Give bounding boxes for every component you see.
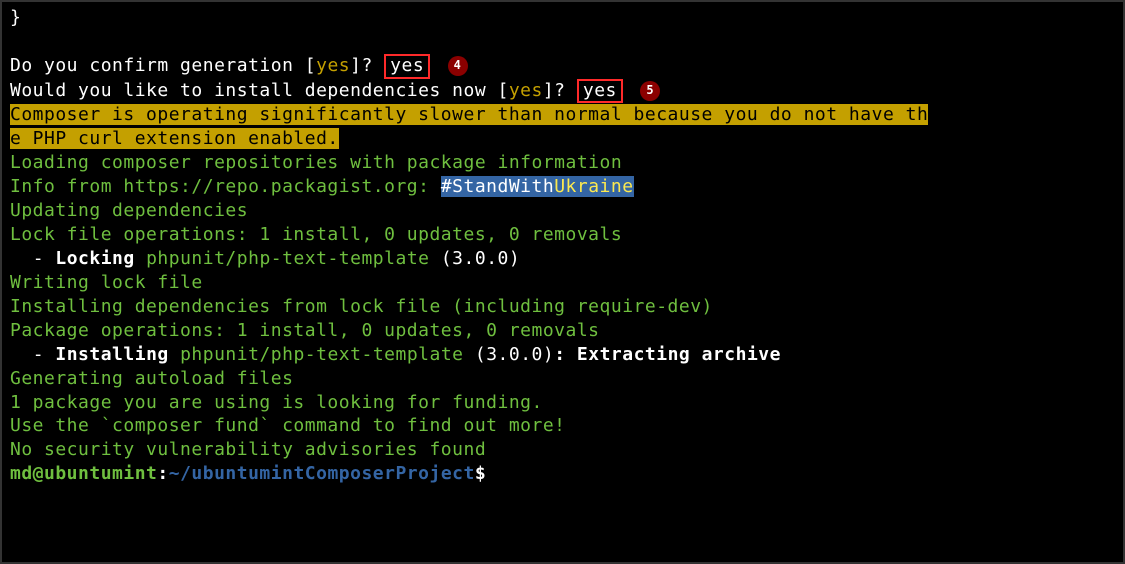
install-input-value: yes <box>583 80 617 101</box>
installing-line: - Installing phpunit/php-text-template (… <box>10 344 781 365</box>
step-badge-4: 4 <box>448 56 468 76</box>
package-ops: Package operations: 1 install, 0 updates… <box>10 320 600 341</box>
prompt-path: ~/ubuntumintComposerProject <box>169 463 475 484</box>
writing-lock: Writing lock file <box>10 272 203 293</box>
funding-line2: Use the `composer fund` command to find … <box>10 415 566 436</box>
locking-line: - Locking phpunit/php-text-template (3.0… <box>10 248 520 269</box>
install-deps-prompt: Would you like to install dependencies n… <box>10 80 577 101</box>
updating-deps: Updating dependencies <box>10 200 248 221</box>
prompt-user-host: md@ubuntumint <box>10 463 157 484</box>
ukraine: Ukraine <box>554 176 633 197</box>
stand-with: #StandWith <box>441 176 554 197</box>
autoload-gen: Generating autoload files <box>10 368 293 389</box>
no-security: No security vulnerability advisories fou… <box>10 439 486 460</box>
composer-warning-line2: e PHP curl extension enabled. <box>10 128 339 149</box>
funding-line1: 1 package you are using is looking for f… <box>10 392 543 413</box>
step-badge-5: 5 <box>640 81 660 101</box>
composer-warning-line1: Composer is operating significantly slow… <box>10 104 928 125</box>
packagist-info: Info from https://repo.packagist.org: #S… <box>10 176 634 197</box>
confirm-input-value: yes <box>390 55 424 76</box>
installing-deps: Installing dependencies from lock file (… <box>10 296 713 317</box>
shell-prompt[interactable]: md@ubuntumint:~/ubuntumintComposerProjec… <box>10 463 486 484</box>
confirm-generation-prompt: Do you confirm generation [yes]? <box>10 55 384 76</box>
closing-brace: } <box>10 7 21 28</box>
terminal-window[interactable]: } Do you confirm generation [yes]? yes 4… <box>0 0 1125 564</box>
loading-repos: Loading composer repositories with packa… <box>10 152 622 173</box>
install-input-highlight: yes <box>577 79 623 104</box>
confirm-input-highlight: yes <box>384 54 430 79</box>
lock-file-ops: Lock file operations: 1 install, 0 updat… <box>10 224 622 245</box>
